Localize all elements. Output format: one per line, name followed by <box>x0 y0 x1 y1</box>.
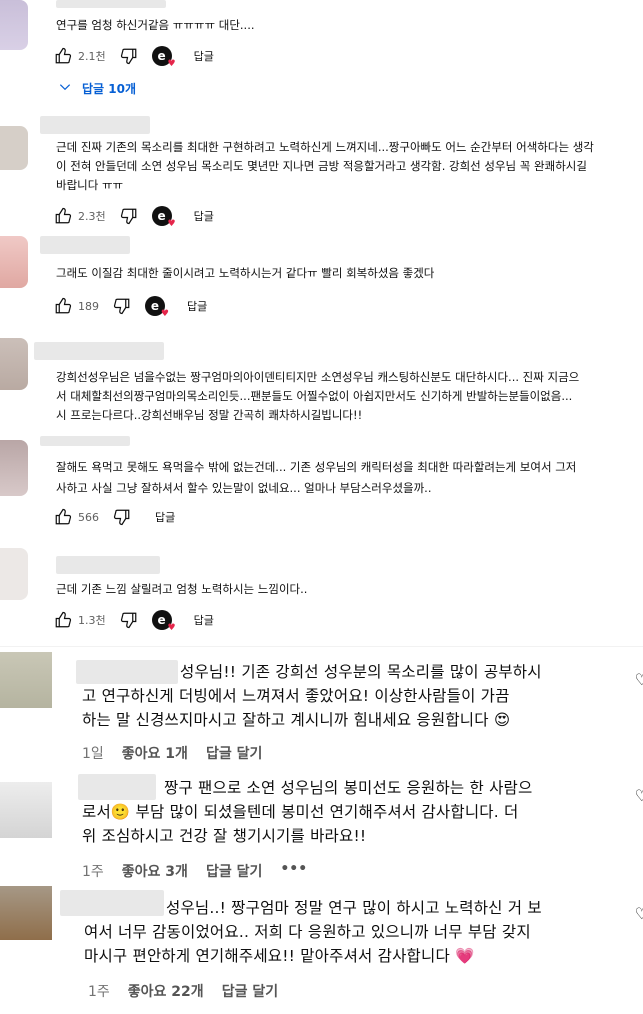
yt-comment: 근데 기존 느낌 살릴려고 엄청 노력하시는 느낌이다.. 1.3천 e ♥ 답글 <box>0 544 643 640</box>
thumb-down-icon[interactable] <box>120 47 138 65</box>
comment-text: 이 전혀 안들던데 소연 성우님 목소리도 몇년만 지나면 금방 적응할거라고 … <box>56 159 587 173</box>
view-replies-label: 답글 10개 <box>82 82 136 96</box>
reply-button[interactable]: 답글 <box>194 48 214 64</box>
comment-meta: 1일 좋아요 1개 답글 달기 <box>82 743 262 763</box>
comment-text: 위 조심하시고 건강 잘 챙기시기를 바라요!! <box>82 827 367 845</box>
reply-button[interactable]: 답글 <box>187 298 207 314</box>
author-name[interactable] <box>40 116 150 134</box>
like-count: 1.3천 <box>78 614 106 627</box>
yt-comment: 그래도 이질감 최대한 줄이시려고 노력하시는거 같다ㅠ 빨리 회복하셨음 좋겠… <box>0 234 643 334</box>
creator-heart-icon: e ♥ <box>145 296 169 319</box>
comment-actions: 2.1천 e ♥ 답글 <box>54 45 214 69</box>
comment-text: 그래도 이질감 최대한 줄이시려고 노력하시는거 같다ㅠ 빨리 회복하셨음 좋겠… <box>56 266 435 280</box>
avatar[interactable] <box>0 782 52 838</box>
ig-comment: 성우님..! 짱구엄마 정말 연구 많이 하시고 노력하신 거 보 여서 너무 … <box>0 884 643 1012</box>
comment-text: 시 프로는다르다..강희선배우님 정말 간곡히 쾌차하시길빕니다!! <box>56 408 363 422</box>
comment-text: 성우님..! 짱구엄마 정말 연구 많이 하시고 노력하신 거 보 <box>166 899 542 917</box>
comment-text: 마시구 편안하게 연기해주세요!! 맡아주셔서 감사합니다 💗 <box>84 947 475 965</box>
timestamp: 1주 <box>82 864 104 880</box>
reply-button[interactable]: 답글 <box>155 509 175 525</box>
more-options-icon[interactable]: ••• <box>280 861 307 881</box>
comment-actions: 189 e ♥ 답글 <box>54 295 207 319</box>
like-heart-icon[interactable]: ♡ <box>635 786 643 805</box>
reply-button[interactable]: 답글 <box>194 612 214 628</box>
comment-text: 로서🙂 부담 많이 되셨을텐데 봉미선 연기해주셔서 감사합니다. 더 <box>82 803 519 821</box>
thumb-up-icon[interactable] <box>54 297 72 315</box>
creator-heart-icon: e ♥ <box>151 46 176 69</box>
yt-comment: 잘해도 욕먹고 못해도 욕먹을수 밖에 없는건데... 기존 성우님의 캐릭터성… <box>0 436 643 534</box>
comment-text: 바랍니다 ㅠㅠ <box>56 178 124 192</box>
reply-button[interactable]: 답글 달기 <box>222 981 278 1001</box>
comment-text: 근데 진짜 기존의 목소리를 최대한 구현하려고 노력하신게 느껴지네...짱구… <box>56 140 594 154</box>
like-heart-icon[interactable]: ♡ <box>635 670 643 689</box>
ig-comment: 짱구 팬으로 소연 성우님의 봉미선도 응원하는 한 사람으 로서🙂 부담 많이… <box>0 770 643 882</box>
comment-text: 강희선성우님은 넘을수없는 짱구엄마의아이덴티티지만 소연성우님 캐스팅하신분도… <box>56 370 580 384</box>
comment-text: 잘해도 욕먹고 못해도 욕먹을수 밖에 없는건데... 기존 성우님의 캐릭터성… <box>56 460 577 474</box>
like-count: 2.3천 <box>78 210 106 223</box>
thumb-down-icon[interactable] <box>113 508 131 526</box>
avatar[interactable] <box>0 338 28 390</box>
thumb-down-icon[interactable] <box>120 207 138 225</box>
thumb-up-icon[interactable] <box>54 508 72 526</box>
comment-actions: 566 답글 <box>54 506 175 528</box>
author-name[interactable] <box>56 556 160 574</box>
comment-text: 서 대체할최선의짱구엄마의목소리인듯...팬분들도 어찔수없이 아쉽지만서도 신… <box>56 389 573 403</box>
comment-text: 하는 말 신경쓰지마시고 잘하고 계시니까 힘내세요 응원합니다 😍 <box>82 711 511 729</box>
view-replies-button[interactable]: 답글 10개 <box>58 80 136 97</box>
yt-comment: 연구를 엄청 하신거같음 ㅠㅠㅠㅠ 대단.... 2.1천 e ♥ 답글 답글 1… <box>0 0 643 110</box>
avatar[interactable] <box>0 886 52 940</box>
thumb-down-icon[interactable] <box>120 611 138 629</box>
avatar[interactable] <box>0 236 28 288</box>
chevron-down-icon <box>58 80 72 97</box>
thumb-up-icon[interactable] <box>54 207 72 225</box>
comment-text: 짱구 팬으로 소연 성우님의 봉미선도 응원하는 한 사람으 <box>164 779 533 797</box>
avatar[interactable] <box>0 652 52 708</box>
comment-text: 근데 기존 느낌 살릴려고 엄청 노력하시는 느낌이다.. <box>56 582 308 596</box>
thumb-up-icon[interactable] <box>54 611 72 629</box>
yt-comment: 근데 진짜 기존의 목소리를 최대한 구현하려고 노력하신게 느껴지네...짱구… <box>0 116 643 238</box>
divider <box>0 646 643 647</box>
thumb-up-icon[interactable] <box>54 47 72 65</box>
ig-comment: 성우님!! 기존 강희선 성우분의 목소리를 많이 공부하시 고 연구하신게 더… <box>0 652 643 768</box>
creator-heart-icon: e ♥ <box>151 206 176 229</box>
author-name[interactable] <box>34 342 164 360</box>
like-count: 2.1천 <box>78 50 106 63</box>
avatar[interactable] <box>0 0 28 50</box>
comment-actions: 2.3천 e ♥ 답글 <box>54 205 214 229</box>
likes-count[interactable]: 좋아요 3개 <box>122 861 188 881</box>
comment-text: 성우님!! 기존 강희선 성우분의 목소리를 많이 공부하시 <box>180 663 542 681</box>
comment-text: 여서 너무 감동이었어요.. 저희 다 응원하고 있으니까 너무 부담 갖지 <box>84 923 531 941</box>
avatar[interactable] <box>0 440 28 496</box>
reply-button[interactable]: 답글 <box>194 208 214 224</box>
author-name[interactable] <box>40 436 130 446</box>
author-name[interactable] <box>76 660 178 684</box>
author-name[interactable] <box>78 774 156 800</box>
comment-text: 사하고 사실 그냥 잘하셔서 할수 있는말이 없네요... 얼마나 부담스러우셨… <box>56 481 432 495</box>
likes-count[interactable]: 좋아요 1개 <box>122 743 188 763</box>
author-name[interactable] <box>60 890 164 916</box>
author-name[interactable] <box>56 0 166 8</box>
yt-comment: 강희선성우님은 넘을수없는 짱구엄마의아이덴티티지만 소연성우님 캐스팅하신분도… <box>0 338 643 430</box>
timestamp: 1주 <box>88 984 110 1000</box>
avatar[interactable] <box>0 548 28 600</box>
comment-text: 연구를 엄청 하신거같음 ㅠㅠㅠㅠ 대단.... <box>56 18 255 32</box>
reply-button[interactable]: 답글 달기 <box>206 743 262 763</box>
likes-count[interactable]: 좋아요 22개 <box>128 981 204 1001</box>
comment-meta: 1주 좋아요 22개 답글 달기 <box>88 981 278 1001</box>
reply-button[interactable]: 답글 달기 <box>206 861 262 881</box>
avatar[interactable] <box>0 126 28 170</box>
timestamp: 1일 <box>82 746 104 762</box>
thumb-down-icon[interactable] <box>113 297 131 315</box>
author-name[interactable] <box>40 236 130 254</box>
like-count: 189 <box>78 299 99 313</box>
comment-text: 고 연구하신게 더빙에서 느껴져서 좋았어요! 이상한사람들이 가끔 <box>82 687 510 705</box>
comment-meta: 1주 좋아요 3개 답글 달기 ••• <box>82 861 307 881</box>
like-heart-icon[interactable]: ♡ <box>635 904 643 923</box>
comment-actions: 1.3천 e ♥ 답글 <box>54 609 214 633</box>
creator-heart-icon: e ♥ <box>151 610 176 633</box>
like-count: 566 <box>78 510 99 524</box>
